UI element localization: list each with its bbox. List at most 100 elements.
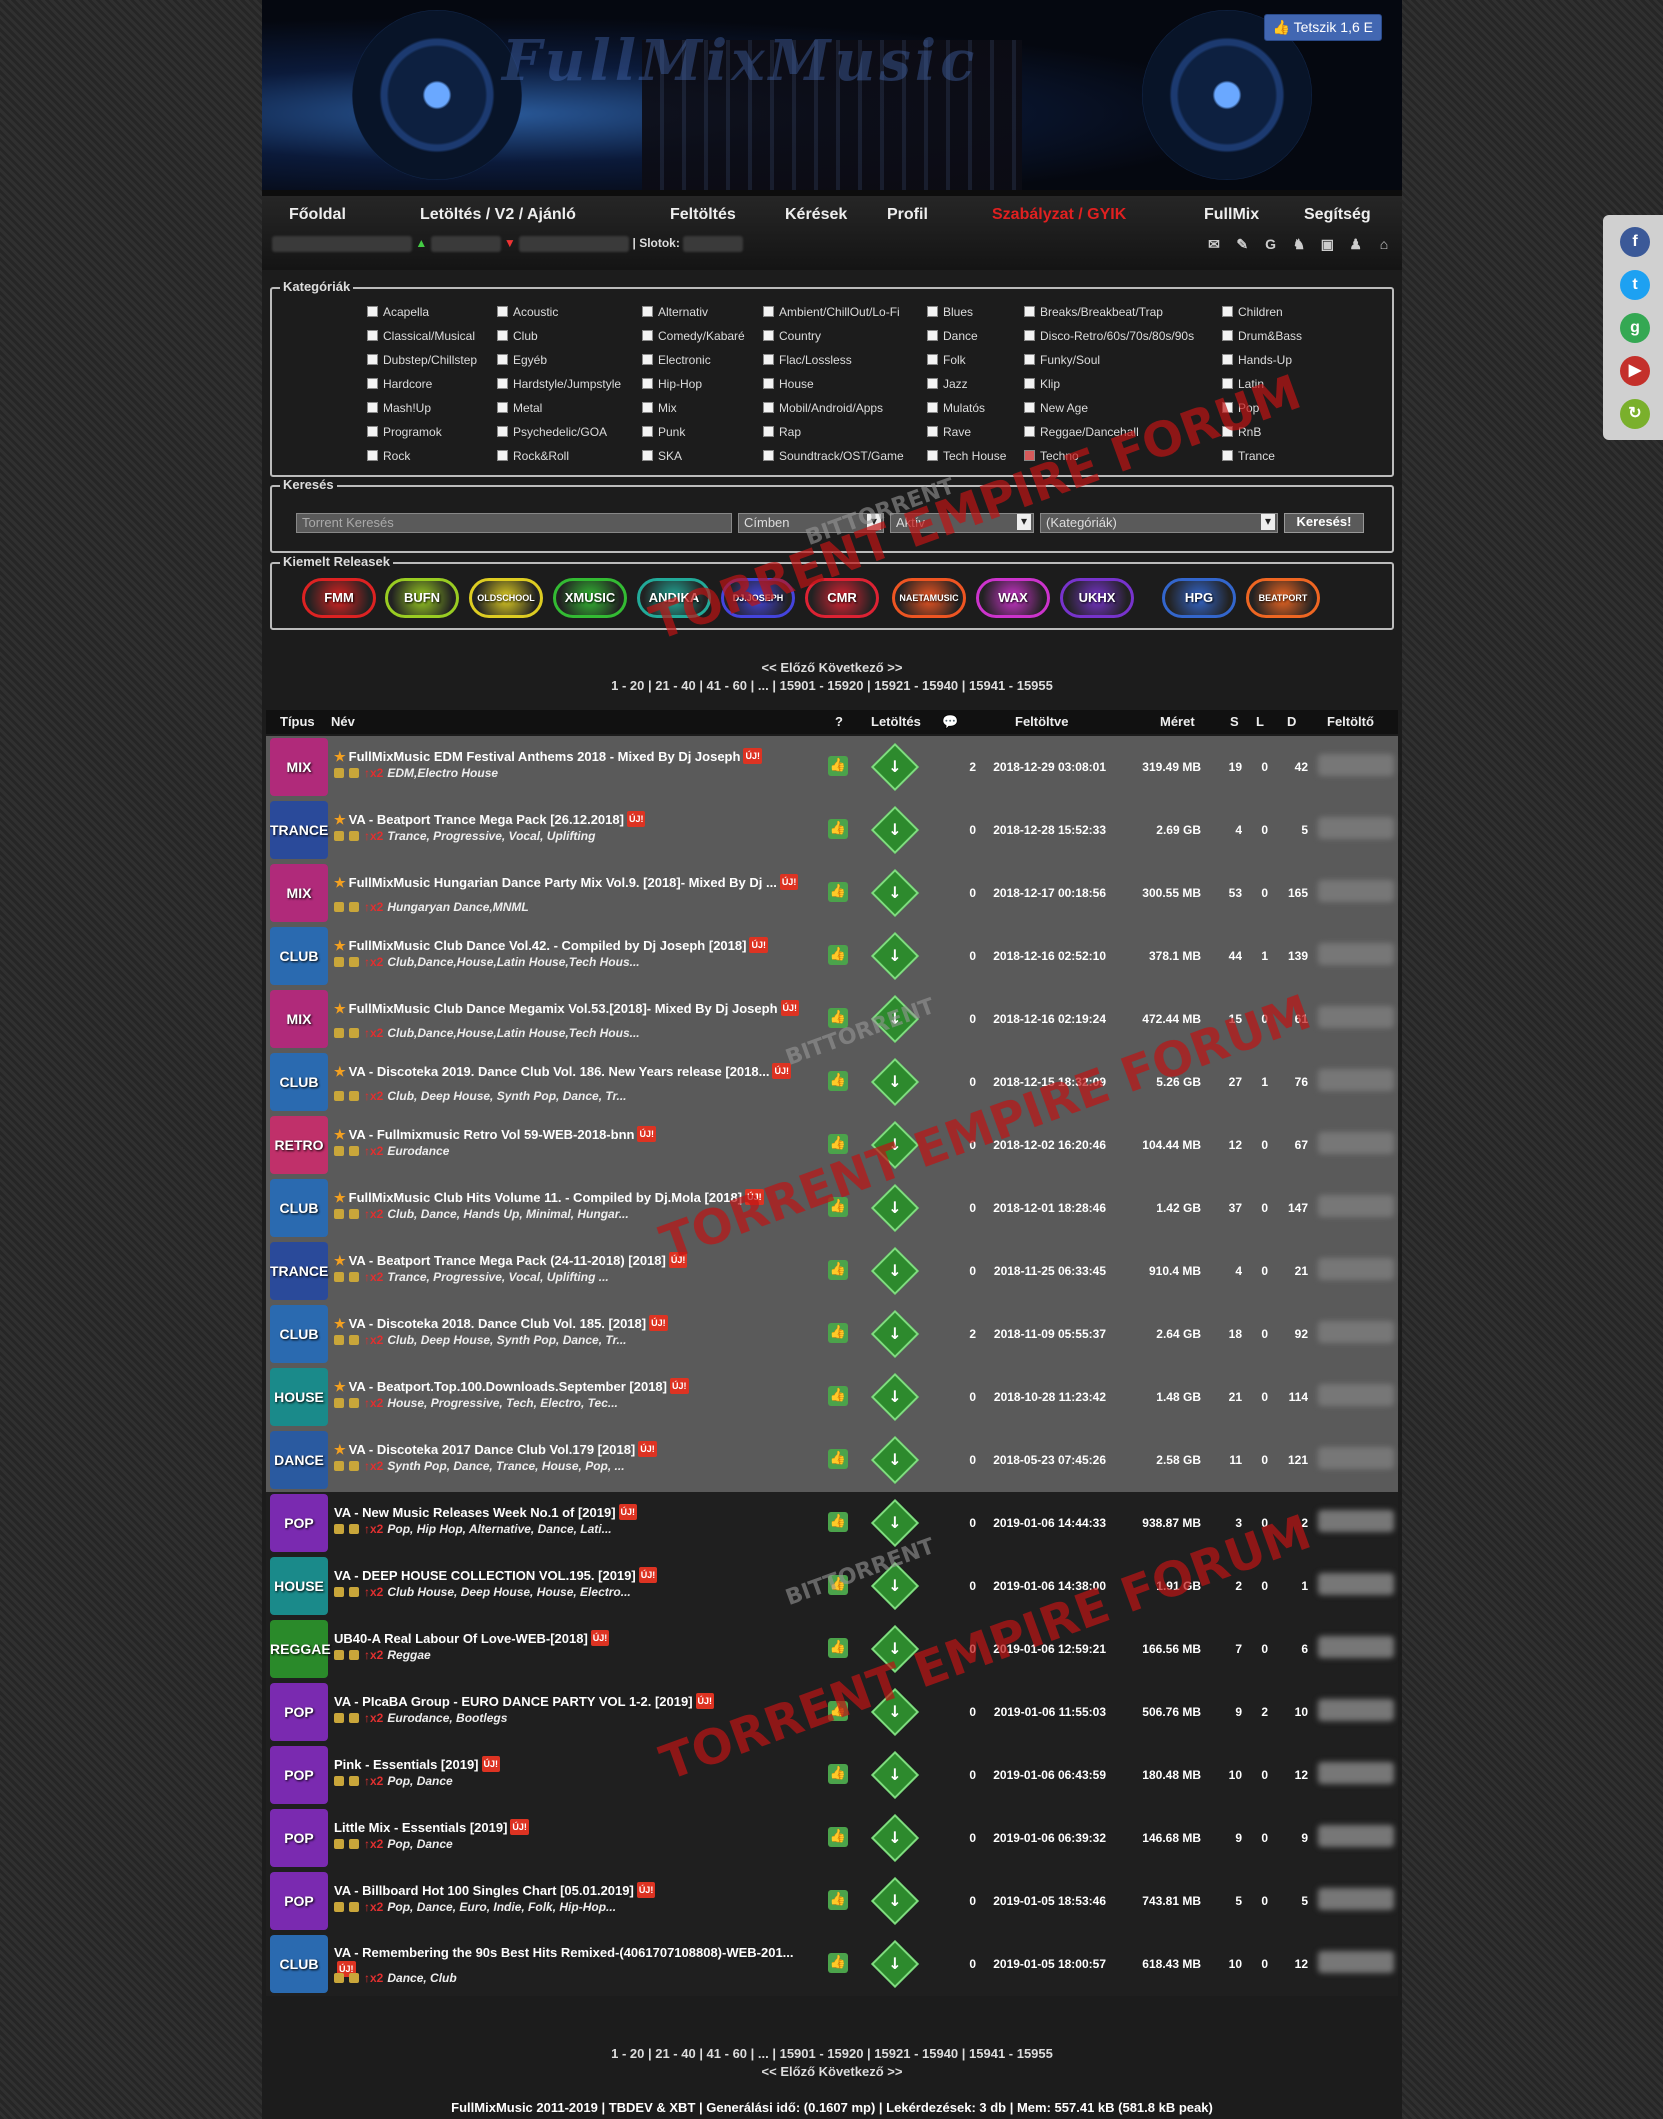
- uploader-blurred[interactable]: [1318, 1258, 1394, 1280]
- category-checkbox[interactable]: Disco-Retro/60s/70s/80s/90s: [1024, 329, 1194, 343]
- youtube-icon[interactable]: ▶: [1620, 356, 1650, 386]
- checkbox[interactable]: [927, 378, 938, 389]
- torrent-title[interactable]: FullMixMusic Club Dance Megamix Vol.53.[…: [349, 1001, 778, 1016]
- category-checkbox[interactable]: Club: [497, 329, 538, 343]
- checkbox[interactable]: [1222, 426, 1233, 437]
- comments-count[interactable]: 0: [956, 886, 976, 900]
- comments-count[interactable]: 0: [956, 1831, 976, 1845]
- category-thumbnail[interactable]: POP: [270, 1872, 328, 1930]
- comments-count[interactable]: 0: [956, 1642, 976, 1656]
- download-icon[interactable]: ↓: [870, 931, 920, 981]
- uploader-blurred[interactable]: [1318, 1951, 1394, 1973]
- thanks-icon[interactable]: 👍: [828, 1323, 848, 1343]
- checkbox[interactable]: [927, 306, 938, 317]
- checkbox[interactable]: [497, 354, 508, 365]
- seeders-count[interactable]: 4: [1206, 1264, 1242, 1278]
- comments-count[interactable]: 0: [956, 1894, 976, 1908]
- table-row[interactable]: HOUSE VA - DEEP HOUSE COLLECTION VOL.195.…: [266, 1555, 1398, 1618]
- category-checkbox[interactable]: Psychedelic/GOA: [497, 425, 607, 439]
- release-badge[interactable]: WAX: [976, 578, 1050, 618]
- comments-count[interactable]: 0: [956, 1516, 976, 1530]
- pager-bottom-pages[interactable]: 1 - 20 | 21 - 40 | 41 - 60 | ... | 15901…: [262, 2046, 1402, 2061]
- release-badge[interactable]: UKHX: [1060, 578, 1134, 618]
- category-checkbox[interactable]: Hip-Hop: [642, 377, 702, 391]
- category-checkbox[interactable]: Programok: [367, 425, 442, 439]
- category-checkbox[interactable]: SKA: [642, 449, 682, 463]
- category-checkbox[interactable]: Mix: [642, 401, 677, 415]
- torrent-title-cell[interactable]: ★ VA - Discoteka 2018. Dance Club Vol. 18…: [334, 1315, 804, 1332]
- release-badge[interactable]: XMUSIC: [553, 578, 627, 618]
- release-badge[interactable]: OLDSCHOOL: [469, 578, 543, 618]
- uploader-blurred[interactable]: [1318, 1006, 1394, 1028]
- table-row[interactable]: POP Pink - Essentials [2019] ÚJ! ↑x2 Pop, Da…: [266, 1744, 1398, 1807]
- category-thumbnail[interactable]: MIX: [270, 864, 328, 922]
- pager-top-pages[interactable]: 1 - 20 | 21 - 40 | 41 - 60 | ... | 15901…: [262, 678, 1402, 693]
- uploader-blurred[interactable]: [1318, 1321, 1394, 1343]
- checkbox[interactable]: [1024, 306, 1035, 317]
- thanks-icon[interactable]: 👍: [828, 1449, 848, 1469]
- seeders-count[interactable]: 12: [1206, 1138, 1242, 1152]
- category-thumbnail[interactable]: CLUB: [270, 927, 328, 985]
- torrent-title[interactable]: UB40-A Real Labour Of Love-WEB-[2018]: [334, 1631, 588, 1646]
- checkbox[interactable]: [1024, 378, 1035, 389]
- leechers-count[interactable]: 2: [1238, 1705, 1268, 1719]
- torrent-title[interactable]: VA - Discoteka 2018. Dance Club Vol. 185…: [349, 1316, 646, 1331]
- category-checkbox[interactable]: Mash!Up: [367, 401, 431, 415]
- category-checkbox[interactable]: Metal: [497, 401, 542, 415]
- comments-count[interactable]: 2: [956, 1327, 976, 1341]
- table-row[interactable]: MIX ★ FullMixMusic EDM Festival Anthems 20…: [266, 736, 1398, 799]
- category-checkbox[interactable]: Rock: [367, 449, 410, 463]
- status-select[interactable]: Aktív: [890, 513, 1034, 533]
- home-icon[interactable]: ⌂: [1376, 236, 1392, 252]
- category-checkbox[interactable]: Flac/Lossless: [763, 353, 852, 367]
- torrent-title[interactable]: VA - Beatport Trance Mega Pack (24-11-20…: [349, 1253, 666, 1268]
- category-checkbox[interactable]: Techno: [1024, 449, 1079, 463]
- release-badge[interactable]: BEATPORT: [1246, 578, 1320, 618]
- torrent-title-cell[interactable]: VA - Billboard Hot 100 Singles Chart [05…: [334, 1882, 804, 1899]
- uploader-blurred[interactable]: [1318, 943, 1394, 965]
- table-row[interactable]: MIX ★ FullMixMusic Club Dance Megamix Vol.…: [266, 988, 1398, 1051]
- category-thumbnail[interactable]: CLUB: [270, 1305, 328, 1363]
- pager-bottom-nav[interactable]: << Előző Következő >>: [262, 2064, 1402, 2079]
- download-icon[interactable]: ↓: [870, 1120, 920, 1170]
- checkbox[interactable]: [1024, 354, 1035, 365]
- uploader-blurred[interactable]: [1318, 1636, 1394, 1658]
- seeders-count[interactable]: 19: [1206, 760, 1242, 774]
- torrent-title-cell[interactable]: ★ FullMixMusic Club Dance Megamix Vol.53.…: [334, 1000, 804, 1017]
- category-thumbnail[interactable]: MIX: [270, 990, 328, 1048]
- checkbox[interactable]: [367, 426, 378, 437]
- download-icon[interactable]: ↓: [870, 1183, 920, 1233]
- leechers-count[interactable]: 0: [1238, 1642, 1268, 1656]
- category-checkbox[interactable]: Egyéb: [497, 353, 547, 367]
- torrent-title[interactable]: FullMixMusic Hungarian Dance Party Mix V…: [349, 875, 777, 890]
- checkbox[interactable]: [763, 378, 774, 389]
- thanks-icon[interactable]: 👍: [828, 945, 848, 965]
- checkbox[interactable]: [927, 330, 938, 341]
- uploader-blurred[interactable]: [1318, 880, 1394, 902]
- table-row[interactable]: TRANCE ★ VA - Beatport Trance Mega Pack (2…: [266, 1240, 1398, 1303]
- comments-count[interactable]: 0: [956, 1264, 976, 1278]
- checkbox[interactable]: [367, 402, 378, 413]
- torrent-title[interactable]: VA - DEEP HOUSE COLLECTION VOL.195. [201…: [334, 1568, 636, 1583]
- comments-count[interactable]: 0: [956, 1957, 976, 1971]
- category-checkbox[interactable]: Reggae/Dancehall: [1024, 425, 1139, 439]
- thanks-icon[interactable]: 👍: [828, 1071, 848, 1091]
- release-badge[interactable]: BUFN: [385, 578, 459, 618]
- uploader-blurred[interactable]: [1318, 1699, 1394, 1721]
- checkbox[interactable]: [642, 426, 653, 437]
- leechers-count[interactable]: 0: [1238, 1957, 1268, 1971]
- download-icon[interactable]: ↓: [870, 1246, 920, 1296]
- header-leechers[interactable]: L: [1256, 714, 1264, 729]
- torrent-title-cell[interactable]: ★ FullMixMusic EDM Festival Anthems 2018 …: [334, 748, 804, 765]
- facebook-icon[interactable]: f: [1620, 227, 1650, 257]
- leechers-count[interactable]: 0: [1238, 1201, 1268, 1215]
- category-checkbox[interactable]: Rap: [763, 425, 801, 439]
- checkbox[interactable]: [763, 450, 774, 461]
- table-row[interactable]: POP VA - New Music Releases Week No.1 of …: [266, 1492, 1398, 1555]
- comments-count[interactable]: 2: [956, 760, 976, 774]
- torrent-title-cell[interactable]: ★ VA - Fullmixmusic Retro Vol 59-WEB-2018…: [334, 1126, 804, 1143]
- category-checkbox[interactable]: Hands-Up: [1222, 353, 1292, 367]
- comments-count[interactable]: 0: [956, 1138, 976, 1152]
- download-icon[interactable]: ↓: [870, 1939, 920, 1989]
- checkbox[interactable]: [763, 354, 774, 365]
